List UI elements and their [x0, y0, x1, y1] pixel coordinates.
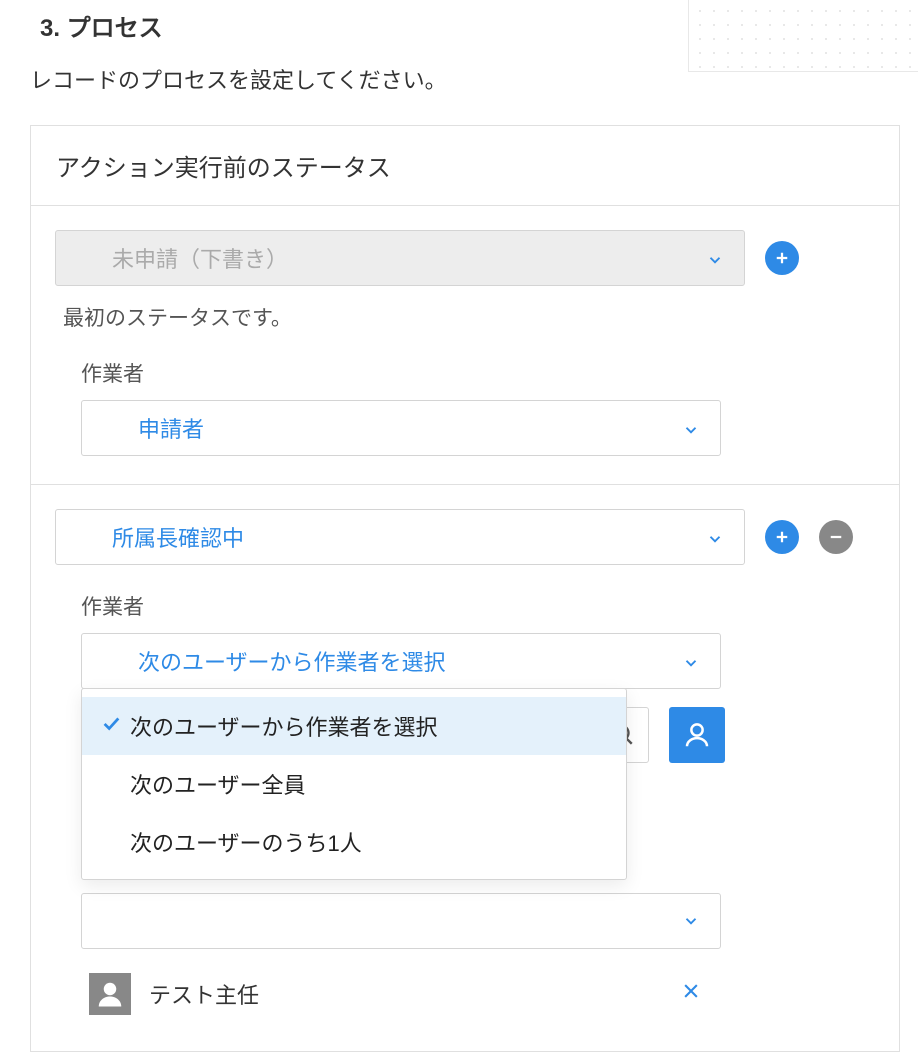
worker-mode-text-2: 次のユーザーから作業者を選択	[138, 645, 682, 677]
status-name-text-2: 所属長確認中	[112, 521, 706, 553]
remove-status-button[interactable]	[819, 520, 853, 554]
chevron-down-icon	[682, 652, 700, 670]
worker-mode-dropdown: 次のユーザーから作業者を選択 次のユーザー全員 次のユーザーのうち1人	[81, 688, 627, 880]
dropdown-option-0[interactable]: 次のユーザーから作業者を選択	[82, 697, 626, 755]
dotted-panel	[688, 0, 918, 72]
dropdown-option-1[interactable]: 次のユーザー全員	[82, 755, 626, 813]
add-status-button[interactable]	[765, 520, 799, 554]
remove-user-button[interactable]	[681, 981, 701, 1007]
chevron-down-icon	[682, 912, 700, 930]
status-block-1: 未申請（下書き） 最初のステータスです。 作業者 申請者	[31, 206, 899, 485]
status-block-2: 所属長確認中 作業者 次のユーザーから作業者を選択	[31, 485, 899, 1051]
worker-label-1: 作業者	[81, 358, 875, 388]
worker-mode-select-2[interactable]: 次のユーザーから作業者を選択	[81, 633, 721, 689]
chevron-down-icon	[706, 528, 724, 546]
status-name-text-1: 未申請（下書き）	[112, 242, 706, 274]
dropdown-option-label: 次のユーザーのうち1人	[130, 826, 362, 858]
status-name-select-1: 未申請（下書き）	[55, 230, 745, 286]
org-picker-button[interactable]	[669, 707, 725, 763]
status-hint-1: 最初のステータスです。	[55, 286, 875, 332]
worker-select-text-1: 申請者	[138, 412, 682, 444]
worker-block-1: 作業者 申請者	[55, 358, 875, 456]
avatar-icon	[89, 973, 131, 1015]
panel-header: アクション実行前のステータス	[31, 126, 899, 206]
chevron-down-icon	[706, 249, 724, 267]
extra-select[interactable]	[81, 893, 721, 949]
worker-select-1[interactable]: 申請者	[81, 400, 721, 456]
check-icon	[100, 712, 122, 740]
selected-user-chip: テスト主任	[81, 965, 721, 1023]
dropdown-option-label: 次のユーザーから作業者を選択	[130, 710, 438, 742]
process-panel: アクション実行前のステータス 未申請（下書き） 最初のステータスです。 作業者 …	[30, 125, 900, 1052]
worker-block-2: 作業者 次のユーザーから作業者を選択 次のユーザーから作業者を選択	[55, 591, 875, 1023]
worker-label-2: 作業者	[81, 591, 875, 621]
selected-user-name: テスト主任	[149, 978, 663, 1010]
status-name-select-2[interactable]: 所属長確認中	[55, 509, 745, 565]
dropdown-option-2[interactable]: 次のユーザーのうち1人	[82, 813, 626, 871]
chevron-down-icon	[682, 419, 700, 437]
dropdown-option-label: 次のユーザー全員	[130, 768, 306, 800]
add-status-button[interactable]	[765, 241, 799, 275]
